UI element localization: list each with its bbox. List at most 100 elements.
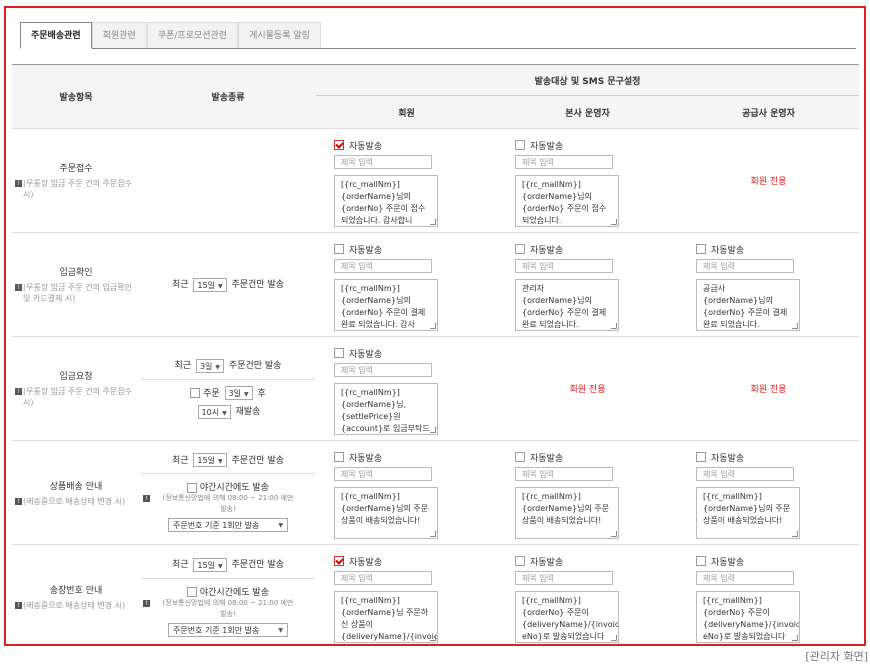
divider xyxy=(141,378,315,380)
auto-send-checkbox[interactable] xyxy=(515,244,525,254)
message-textarea[interactable]: [{rc_mallNm}] {orderName}님의 {orderNo} 주문… xyxy=(334,278,438,331)
subject-input[interactable]: 제목 입력 xyxy=(334,362,432,377)
subject-input[interactable]: 제목 입력 xyxy=(696,466,794,481)
tab-coupon-promotion[interactable]: 쿠폰/프로모션관련 xyxy=(146,22,239,48)
divider xyxy=(141,577,315,579)
subject-input[interactable]: 제목 입력 xyxy=(334,154,432,169)
auto-send-checkbox[interactable] xyxy=(696,556,706,567)
subject-input[interactable]: 제목 입력 xyxy=(696,570,794,585)
days-select[interactable]: 15일 ▼ xyxy=(193,453,227,468)
sms-settings-table: 발송항목 발송종류 발송대상 및 SMS 문구설정 회원 본사 운영자 공급사 … xyxy=(12,64,860,644)
night-send-checkbox[interactable] xyxy=(187,482,197,493)
message-textarea[interactable]: [{rc_mallNm}] {orderName}님의 주문 상품이 배송되었습… xyxy=(515,486,619,539)
message-textarea[interactable]: [{rc_mallNm}] {orderName}님의 주문 상품이 배송되었습… xyxy=(696,486,800,539)
auto-send-label: 자동발송 xyxy=(530,453,564,464)
chevron-down-icon: ▼ xyxy=(217,458,223,466)
send-once-select[interactable]: 주문번호 기준 1회만 발송 ▼ xyxy=(168,622,288,637)
days-select[interactable]: 3일 ▼ xyxy=(195,358,225,373)
message-textarea[interactable]: [{rc_mallNm}] {orderName}님 주문하 신 상품이 {de… xyxy=(334,590,438,643)
message-textarea[interactable]: [{rc_mallNm}] {orderName}님, {settlePrice… xyxy=(334,382,438,435)
auto-send-label: 자동발송 xyxy=(711,245,745,256)
member-cell: 자동발송 제목 입력 [{rc_mallNm}] {orderName}님의 {… xyxy=(316,232,497,337)
chevron-down-icon: ▼ xyxy=(217,562,223,570)
admin-panel: 주문배송관련 회원관련 쿠폰/프로모션관련 게시물등록 알림 발송항목 발송종류… xyxy=(4,6,866,646)
member-cell: 자동발송 제목 입력 [{rc_mallNm}] {orderName}님, {… xyxy=(316,336,497,441)
hq-cell: 자동발송 제목 입력 [{rc_mallNm}] {orderName}님의 주… xyxy=(497,440,678,545)
auto-send-label: 자동발송 xyxy=(711,453,745,464)
kind-prefix: 최근 xyxy=(174,361,192,372)
chevron-down-icon: ▼ xyxy=(243,391,249,399)
info-icon: ! xyxy=(15,284,22,291)
tab-member[interactable]: 회원관련 xyxy=(91,22,147,48)
subject-input[interactable]: 제목 입력 xyxy=(515,154,613,169)
tab-post-alert[interactable]: 게시물등록 알림 xyxy=(238,22,321,48)
message-textarea[interactable]: [{rc_mallNm}] {orderName}님의 주문 상품이 배송되었습… xyxy=(334,486,438,539)
supplier-cell: 자동발송 제목 입력 공급사 {orderName}님의 {orderNo} 주… xyxy=(678,232,860,337)
subject-input[interactable]: 제목 입력 xyxy=(334,466,432,481)
supplier-cell: 자동발송 제목 입력 [{rc_mallNm}] {orderNo} 주문이 {… xyxy=(678,544,860,644)
col-header-member: 회원 xyxy=(316,95,497,129)
col-header-hq: 본사 운영자 xyxy=(497,95,678,129)
row-item-cell: 주문접수 ! (무통장 입금 주문 건의 주문접수 시) xyxy=(12,128,140,233)
chevron-down-icon: ▼ xyxy=(278,626,283,634)
message-textarea[interactable]: 관리자 {orderName}님의 {orderNo} 주문이 결제 완료 되었… xyxy=(515,278,619,331)
auto-send-checkbox[interactable] xyxy=(334,140,344,150)
table-row: 입금확인 ! (무통장 입금 주문 건의 입금확인 및 카드결제 시) 최근 15… xyxy=(12,232,860,337)
subject-input[interactable]: 제목 입력 xyxy=(515,258,613,273)
message-textarea[interactable]: [{rc_mallNm}] {orderName}님의 {orderNo} 주문… xyxy=(515,174,619,227)
days-select[interactable]: 15일 ▼ xyxy=(193,277,227,292)
law-note: ! (정보통신망법에 의해 08:00 ~ 21:00 에만 발송) xyxy=(141,598,315,620)
info-icon: ! xyxy=(15,180,22,187)
auto-send-checkbox[interactable] xyxy=(515,556,525,567)
send-once-select[interactable]: 주문번호 기준 1회만 발송 ▼ xyxy=(168,518,288,533)
tab-order-delivery[interactable]: 주문배송관련 xyxy=(20,22,92,49)
resend-label: 재발송 xyxy=(235,407,261,418)
auto-send-checkbox[interactable] xyxy=(334,348,344,358)
auto-send-label: 자동발송 xyxy=(530,557,564,568)
row-note: ! (무통장 입금 주문 건의 주문접수 시) xyxy=(13,178,139,200)
message-textarea[interactable]: [{rc_mallNm}] {orderName}님의 {orderNo} 주문… xyxy=(334,174,438,227)
auto-send-checkbox[interactable] xyxy=(334,556,344,567)
subject-input[interactable]: 제목 입력 xyxy=(334,258,432,273)
row-item-cell: 송장번호 안내 ! (배송중으로 배송상태 변경 시) xyxy=(12,544,140,644)
resend-suffix: 후 xyxy=(257,388,266,399)
member-cell: 자동발송 제목 입력 [{rc_mallNm}] {orderName}님의 {… xyxy=(316,128,497,233)
auto-send-checkbox[interactable] xyxy=(696,452,706,462)
kind-cell: 최근 15일 ▼ 주문건만 발송 xyxy=(140,232,316,337)
subject-input[interactable]: 제목 입력 xyxy=(515,570,613,585)
hq-cell: 자동발송 제목 입력 [{rc_mallNm}] {orderNo} 주문이 {… xyxy=(497,544,678,644)
kind-prefix: 최근 xyxy=(171,560,189,570)
col-header-target: 발송대상 및 SMS 문구설정 xyxy=(316,64,860,96)
message-textarea[interactable]: [{rc_mallNm}] {orderNo} 주문이 {deliveryNam… xyxy=(515,590,619,643)
message-textarea[interactable]: 공급사 {orderName}님의 {orderNo} 주문이 결제 완료 되었… xyxy=(696,278,800,331)
subject-input[interactable]: 제목 입력 xyxy=(334,570,432,585)
auto-send-label: 자동발송 xyxy=(530,245,564,256)
message-textarea[interactable]: [{rc_mallNm}] {orderNo} 주문이 {deliveryNam… xyxy=(696,590,800,643)
table-row: 입금요청 ! (무통장 입금 주문 건의 주문접수 시) 최근 3일 ▼ 주문건만 … xyxy=(12,336,860,441)
resend-checkbox[interactable] xyxy=(190,388,201,399)
resend-hour-select[interactable]: 10시 ▼ xyxy=(197,404,231,419)
chevron-down-icon: ▼ xyxy=(222,409,227,417)
hq-cell: 자동발송 제목 입력 [{rc_mallNm}] {orderName}님의 {… xyxy=(497,128,678,233)
kind-suffix: 주문건만 발송 xyxy=(231,280,285,291)
auto-send-label: 자동발송 xyxy=(349,349,383,360)
auto-send-checkbox[interactable] xyxy=(334,452,344,462)
days-select[interactable]: 15일 ▼ xyxy=(193,557,227,572)
row-title: 입금확인 xyxy=(59,268,93,278)
subject-input[interactable]: 제목 입력 xyxy=(515,466,613,481)
kind-prefix: 최근 xyxy=(171,455,189,466)
member-only-label: 회원 전용 xyxy=(678,336,860,441)
auto-send-checkbox[interactable] xyxy=(515,140,525,150)
subject-input[interactable]: 제목 입력 xyxy=(696,258,794,273)
night-send-checkbox[interactable] xyxy=(187,587,197,597)
auto-send-checkbox[interactable] xyxy=(334,244,344,254)
resend-days-select[interactable]: 3일 ▼ xyxy=(224,386,253,401)
auto-send-checkbox[interactable] xyxy=(515,452,525,462)
member-only-label: 회원 전용 xyxy=(678,128,860,233)
table-row: 송장번호 안내 ! (배송중으로 배송상태 변경 시) 최근 15일 ▼ 주문건만 … xyxy=(12,544,860,644)
image-caption: [관리자 화면] xyxy=(805,650,868,663)
info-icon: ! xyxy=(143,599,150,607)
auto-send-checkbox[interactable] xyxy=(696,244,706,254)
tab-bar: 주문배송관련 회원관련 쿠폰/프로모션관련 게시물등록 알림 xyxy=(20,22,856,49)
info-icon: ! xyxy=(143,495,150,503)
